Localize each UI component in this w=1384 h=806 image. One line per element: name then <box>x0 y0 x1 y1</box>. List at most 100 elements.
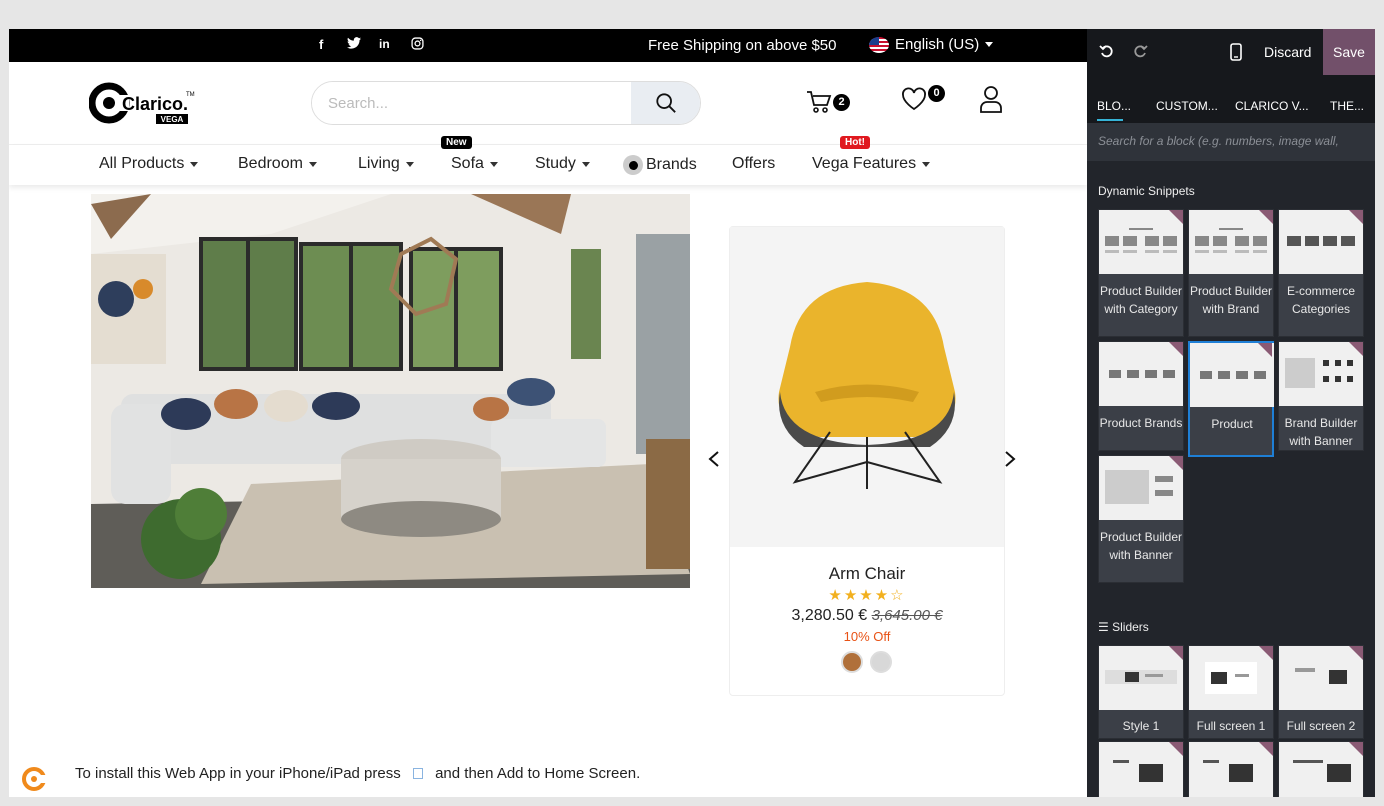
nav-label: Study <box>535 155 576 172</box>
chevron-down-icon <box>405 161 414 167</box>
twitter-icon[interactable] <box>347 37 361 52</box>
install-text-before: To install this Web App in your iPhone/i… <box>75 765 401 782</box>
chevron-left-icon <box>708 451 719 467</box>
mobile-preview-button[interactable] <box>1230 43 1242 66</box>
tab-customize[interactable]: CUSTOM... <box>1156 99 1218 113</box>
product-price: 3,280.50 € <box>791 607 868 624</box>
nav-label: Living <box>358 155 400 172</box>
product-price-row: 3,280.50 € 3,645.00 € <box>730 607 1004 625</box>
account-button[interactable] <box>979 85 1003 118</box>
user-icon <box>980 86 1002 113</box>
discard-button[interactable]: Discard <box>1264 44 1311 60</box>
nav-item-bedroom[interactable]: Bedroom <box>238 155 317 173</box>
product-old-price: 3,645.00 € <box>871 607 943 624</box>
logo-text: Clarico. <box>122 94 188 114</box>
chevron-down-icon <box>581 161 590 167</box>
block-product-builder-brand[interactable]: Product Builder with Brand <box>1188 209 1274 337</box>
search-bar <box>311 81 701 125</box>
search-input[interactable] <box>312 82 631 124</box>
block-slider-thumb[interactable] <box>1188 741 1274 797</box>
nav-label: Vega Features <box>812 155 917 172</box>
nav-item-vega-features[interactable]: Vega Features <box>812 155 931 173</box>
nav-item-study[interactable]: Study <box>535 155 590 173</box>
clarico-corner-badge <box>1258 343 1272 357</box>
facebook-icon[interactable]: f <box>319 37 323 52</box>
search-icon <box>655 93 676 113</box>
block-search-input[interactable]: Search for a block (e.g. numbers, image … <box>1087 123 1375 161</box>
heart-icon <box>902 87 926 111</box>
nav-item-sofa[interactable]: Sofa <box>451 155 498 173</box>
redo-button[interactable] <box>1132 43 1148 64</box>
product-name[interactable]: Arm Chair <box>730 564 1004 584</box>
clarico-corner-badge <box>1169 646 1183 660</box>
undo-icon <box>1099 45 1113 58</box>
editor-toolbar: Discard Save <box>1087 29 1375 75</box>
linkedin-icon[interactable]: in <box>379 37 390 51</box>
mobile-icon <box>1230 43 1242 61</box>
clarico-app-icon <box>21 766 47 797</box>
nav-item-living[interactable]: Living <box>358 155 414 173</box>
block-slider-full-screen-2[interactable]: Full screen 2 <box>1278 645 1364 739</box>
editor-panel: Discard Save BLO... CUSTOM... CLARICO V.… <box>1087 29 1375 797</box>
tab-theme[interactable]: THE... <box>1330 99 1364 113</box>
editor-tabs: BLO... CUSTOM... CLARICO V... THE... <box>1087 75 1375 123</box>
website-preview: f in Free Shipping on above $50 English … <box>9 29 1087 797</box>
nav-item-brands[interactable]: Brands <box>623 155 697 175</box>
carousel-next-button[interactable] <box>1003 448 1017 474</box>
chevron-down-icon <box>922 161 931 167</box>
undo-button[interactable] <box>1099 43 1115 64</box>
cursor-dot-icon <box>623 155 643 175</box>
block-slider-thumb[interactable] <box>1278 741 1364 797</box>
clarico-corner-badge <box>1259 210 1273 224</box>
tab-clarico-vega[interactable]: CLARICO V... <box>1235 99 1309 113</box>
block-product[interactable]: Product <box>1188 341 1274 457</box>
nav-label: Offers <box>732 155 776 172</box>
search-button[interactable] <box>631 82 700 124</box>
tab-blocks[interactable]: BLO... <box>1097 99 1131 113</box>
block-label: Product Brands <box>1099 416 1183 430</box>
hero-living-room-image <box>91 194 690 588</box>
block-product-builder-banner[interactable]: Product Builder with Banner <box>1098 455 1184 583</box>
chevron-down-icon <box>308 161 317 167</box>
redo-icon <box>1134 45 1148 58</box>
color-swatch-brown[interactable] <box>841 651 863 673</box>
nav-item-offers[interactable]: Offers <box>732 155 775 173</box>
clarico-corner-badge <box>1349 742 1363 756</box>
dynamic-snippets-title: Dynamic Snippets <box>1098 184 1195 198</box>
block-slider-full-screen-1[interactable]: Full screen 1 <box>1188 645 1274 739</box>
site-header: Clarico. TM VEGA 2 0 <box>9 62 1087 145</box>
star-outline-icon: ☆ <box>890 587 906 604</box>
language-selector[interactable]: English (US) <box>869 36 994 53</box>
clarico-corner-badge <box>1169 210 1183 224</box>
block-slider-thumb[interactable] <box>1098 741 1184 797</box>
us-flag-icon <box>869 36 889 53</box>
block-label: Brand Builder with Banner <box>1284 416 1358 448</box>
logo-tm: TM <box>186 92 195 98</box>
block-brand-builder-banner[interactable]: Brand Builder with Banner <box>1278 341 1364 451</box>
instagram-icon[interactable] <box>411 37 424 53</box>
language-label: English (US) <box>895 36 980 53</box>
install-hint: To install this Web App in your iPhone/i… <box>75 765 640 782</box>
cart-button[interactable]: 2 <box>806 90 850 119</box>
block-label: Full screen 1 <box>1196 719 1266 733</box>
clarico-logo[interactable]: Clarico. TM VEGA <box>88 81 199 126</box>
block-label: Product <box>1211 417 1253 431</box>
clarico-corner-badge <box>1169 742 1183 756</box>
wishlist-button[interactable]: 0 <box>901 85 945 116</box>
color-swatch-grey[interactable] <box>870 651 892 673</box>
logo-sub: VEGA <box>161 115 184 124</box>
block-ecommerce-categories[interactable]: E-commerce Categories <box>1278 209 1364 337</box>
carousel-prev-button[interactable] <box>707 448 721 474</box>
block-label: E-commerce Categories <box>1286 284 1355 316</box>
new-badge: New <box>441 136 472 149</box>
block-product-builder-category[interactable]: Product Builder with Category <box>1098 209 1184 337</box>
active-tab-indicator <box>1097 119 1123 121</box>
nav-item-all-products[interactable]: All Products <box>99 155 199 173</box>
save-button[interactable]: Save <box>1323 29 1375 75</box>
block-slider-style-1[interactable]: Style 1 <box>1098 645 1184 739</box>
product-image[interactable] <box>730 227 1004 547</box>
product-card[interactable]: Arm Chair ★★★★☆ 3,280.50 € 3,645.00 € 10… <box>729 226 1005 696</box>
nav-label: Bedroom <box>238 155 303 172</box>
clarico-corner-badge <box>1349 342 1363 356</box>
block-product-brands[interactable]: Product Brands <box>1098 341 1184 451</box>
